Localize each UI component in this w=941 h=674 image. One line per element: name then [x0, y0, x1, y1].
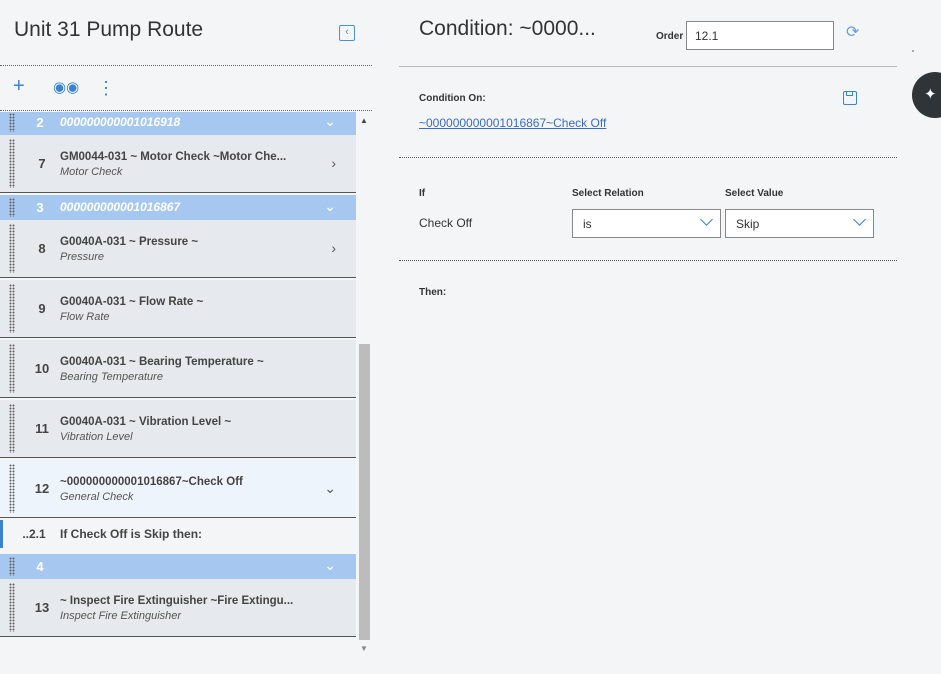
- group-title: 000000000001016918: [60, 115, 181, 129]
- row-number: 10: [34, 361, 50, 376]
- value-select[interactable]: Skip: [725, 209, 874, 238]
- collapse-panel-button[interactable]: ‹: [339, 25, 355, 41]
- route-list: 2 000000000001016918 ⌄ 7 GM0044-031 ~ Motor …: [0, 112, 356, 648]
- item-title: G0040A-031 ~ Pressure ~: [60, 236, 199, 248]
- dot-marker: [912, 50, 914, 52]
- drag-handle-icon[interactable]: [9, 139, 15, 188]
- list-item[interactable]: 9 G0040A-031 ~ Flow Rate ~ Flow Rate: [0, 280, 356, 338]
- divider: [0, 110, 372, 111]
- divider: [399, 66, 897, 67]
- scroll-up-arrow-icon[interactable]: ▲: [360, 116, 368, 125]
- item-title: G0040A-031 ~ Bearing Temperature ~: [60, 356, 264, 368]
- condition-on-label: Condition On:: [419, 93, 486, 104]
- save-icon[interactable]: [843, 91, 857, 105]
- drag-handle-icon[interactable]: [9, 404, 15, 453]
- condition-text: If Check Off is Skip then:: [60, 527, 203, 541]
- chevron-down-icon[interactable]: ⌄: [324, 198, 336, 215]
- group-row[interactable]: 3 000000000001016867 ⌄: [0, 195, 356, 220]
- value-select-value: Skip: [736, 217, 760, 231]
- chevron-down-icon: [700, 213, 713, 226]
- group-row[interactable]: 2 000000000001016918 ⌄: [0, 112, 356, 135]
- item-subtitle: Bearing Temperature: [60, 371, 163, 383]
- if-label: If: [419, 188, 426, 199]
- row-number: 2: [36, 115, 44, 130]
- list-scrollbar[interactable]: ▲ ▼: [357, 112, 371, 657]
- list-item[interactable]: 12 ~000000000001016867~Check Off General C…: [0, 460, 356, 518]
- group-row[interactable]: 4 ⌄: [0, 554, 356, 579]
- scroll-down-arrow-icon[interactable]: ▼: [360, 644, 368, 653]
- drag-handle-icon[interactable]: [9, 557, 15, 576]
- order-input[interactable]: [686, 21, 834, 50]
- divider: [399, 157, 897, 158]
- select-value-label: Select Value: [725, 188, 784, 199]
- condition-field-name: Check Off: [419, 216, 473, 230]
- drag-handle-icon[interactable]: [9, 224, 15, 273]
- list-item[interactable]: 8 G0040A-031 ~ Pressure ~ Pressure ›: [0, 220, 356, 278]
- list-item[interactable]: 11 G0040A-031 ~ Vibration Level ~ Vibratio…: [0, 400, 356, 458]
- plus-icon[interactable]: +: [13, 76, 25, 96]
- chevron-down-icon[interactable]: ⌄: [324, 113, 336, 130]
- row-number: 13: [34, 600, 50, 615]
- item-title: ~000000000001016867~Check Off: [60, 476, 243, 488]
- row-number: 3: [36, 200, 44, 215]
- chevron-down-icon: [853, 213, 866, 226]
- condition-on-link[interactable]: ~000000000001016867~Check Off: [419, 116, 606, 130]
- item-title: G0040A-031 ~ Flow Rate ~: [60, 296, 204, 308]
- drag-handle-icon[interactable]: [9, 464, 15, 513]
- chevron-left-icon: ‹: [345, 26, 349, 38]
- pin-icon: ✦: [924, 86, 937, 103]
- row-number: 12: [34, 481, 50, 496]
- condition-title: Condition: ~0000...: [419, 17, 596, 40]
- item-subtitle: Vibration Level: [60, 431, 133, 443]
- row-number: 9: [38, 301, 46, 316]
- item-subtitle: General Check: [60, 491, 134, 503]
- row-number: 7: [38, 156, 46, 171]
- item-title: ~ Inspect Fire Extinguisher ~Fire Exting…: [60, 595, 294, 607]
- select-relation-label: Select Relation: [572, 188, 644, 199]
- divider: [399, 260, 897, 261]
- drag-handle-icon[interactable]: [9, 284, 15, 333]
- drag-handle-icon[interactable]: [9, 583, 15, 632]
- condition-row[interactable]: ..2.1 If Check Off is Skip then:: [0, 520, 356, 548]
- refresh-icon[interactable]: ⟳: [846, 22, 859, 42]
- scroll-thumb[interactable]: [359, 344, 370, 640]
- chevron-down-icon[interactable]: ⌄: [324, 480, 336, 497]
- row-number: 8: [38, 241, 46, 256]
- row-number: 11: [35, 421, 49, 436]
- group-title: 000000000001016867: [60, 200, 181, 214]
- route-panel: Unit 31 Pump Route ‹ + ◉◉ ⋮ 2 00000000000…: [0, 0, 372, 674]
- divider: [0, 65, 372, 66]
- list-item[interactable]: 13 ~ Inspect Fire Extinguisher ~Fire Exti…: [0, 579, 356, 637]
- binoculars-icon[interactable]: ◉◉: [53, 78, 79, 98]
- chevron-right-icon[interactable]: ›: [331, 240, 336, 256]
- route-title: Unit 31 Pump Route: [14, 18, 204, 41]
- pin-button[interactable]: ✦: [912, 72, 941, 118]
- relation-select-value: is: [583, 217, 592, 231]
- item-subtitle: Inspect Fire Extinguisher: [60, 610, 182, 622]
- item-title: G0040A-031 ~ Vibration Level ~: [60, 416, 232, 428]
- kebab-icon[interactable]: ⋮: [97, 78, 115, 98]
- drag-handle-icon[interactable]: [9, 344, 15, 393]
- item-title: GM0044-031 ~ Motor Check ~Motor Che...: [60, 151, 287, 163]
- item-subtitle: Pressure: [60, 251, 105, 263]
- order-label: Order: [656, 31, 684, 42]
- chevron-right-icon[interactable]: ›: [331, 155, 336, 171]
- chevron-down-icon[interactable]: ⌄: [324, 557, 336, 574]
- row-number: 4: [36, 559, 44, 574]
- row-number: ..2.1: [22, 527, 46, 541]
- list-item[interactable]: 7 GM0044-031 ~ Motor Check ~Motor Che... M…: [0, 135, 356, 193]
- list-item[interactable]: 10 G0040A-031 ~ Bearing Temperature ~ Bear…: [0, 340, 356, 398]
- item-subtitle: Motor Check: [60, 166, 123, 178]
- relation-select[interactable]: is: [572, 209, 721, 238]
- item-subtitle: Flow Rate: [60, 311, 110, 323]
- drag-handle-icon[interactable]: [9, 113, 15, 132]
- then-label: Then:: [419, 287, 447, 298]
- drag-handle-icon[interactable]: [9, 198, 15, 217]
